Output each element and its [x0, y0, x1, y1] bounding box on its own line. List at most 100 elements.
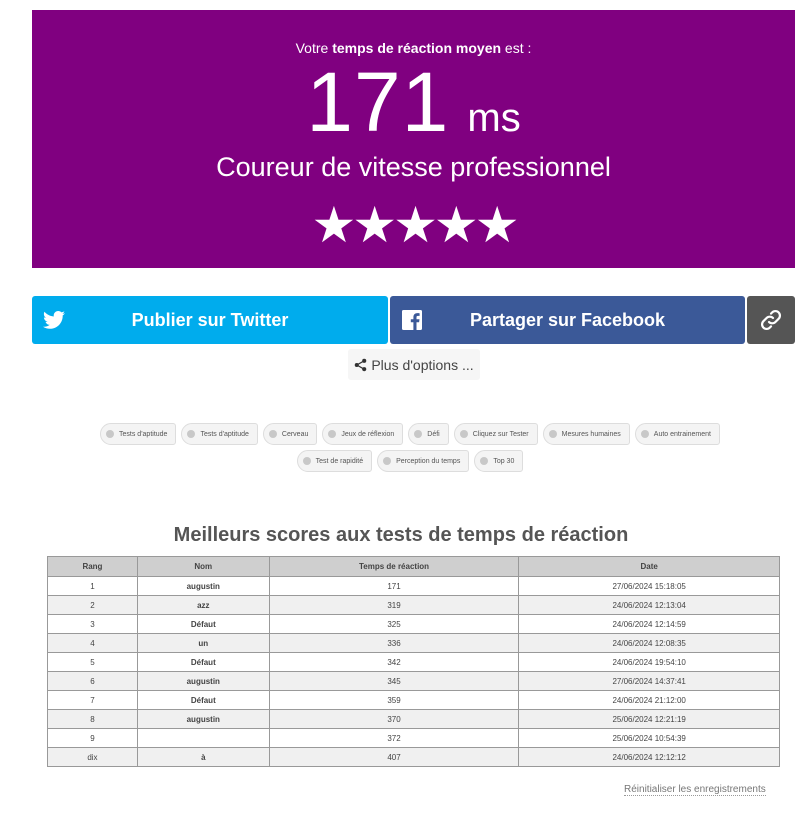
share-buttons: Publier sur Twitter Partager sur Faceboo… [32, 296, 795, 344]
leaderboard-title: Meilleurs scores aux tests de temps de r… [173, 524, 629, 546]
cell-rank: 1 [47, 576, 138, 596]
reset-records-link[interactable]: Réinitialiser les enregistrements [624, 784, 766, 796]
tag-dot-icon [302, 457, 311, 465]
cell-date: 24/06/2024 12:12:12 [518, 747, 780, 767]
table-row: dix à 407 24/06/2024 12:12:12 [47, 747, 780, 767]
facebook-share-button[interactable]: Partager sur Facebook [390, 296, 745, 344]
facebook-share-label: Partager sur Facebook [469, 309, 666, 330]
tag-dot-icon [459, 430, 468, 438]
link-icon [760, 309, 782, 331]
tag-dot-icon [414, 430, 423, 438]
tag-list: Tests d'aptitude Tests d'aptitude Cervea… [60, 423, 760, 472]
tag-label: Tests d'aptitude [200, 430, 249, 438]
tag-dot-icon [383, 457, 392, 465]
cell-date: 27/06/2024 15:18:05 [518, 576, 780, 596]
cell-name: augustin [136, 576, 270, 596]
cell-date: 24/06/2024 12:13:04 [518, 595, 780, 615]
table-row: 9 372 25/06/2024 10:54:39 [47, 728, 780, 748]
column-header-name: Nom [136, 556, 270, 577]
tag-label: Cerveau [281, 430, 309, 438]
cell-name [136, 728, 270, 748]
tag-item[interactable]: Auto entrainement [634, 423, 720, 445]
column-header-date: Date [518, 556, 780, 577]
tag-label: Mesures humaines [561, 430, 621, 438]
tag-label: Auto entrainement [653, 430, 711, 438]
tag-item[interactable]: Défi [408, 423, 449, 445]
intro-bold: temps de réaction moyen [332, 40, 502, 56]
cell-name: azz [136, 595, 270, 615]
cell-time: 372 [268, 728, 520, 748]
tag-dot-icon [548, 430, 557, 438]
intro-suffix: est : [501, 40, 532, 56]
cell-name: à [136, 747, 270, 767]
tag-label: Jeux de réflexion [341, 430, 395, 438]
cell-name: Défaut [136, 690, 270, 710]
copy-link-button[interactable] [747, 296, 795, 344]
tag-item[interactable]: Mesures humaines [542, 423, 630, 445]
table-row: 6 augustin 345 27/06/2024 14:37:41 [47, 671, 780, 691]
more-options-button[interactable]: Plus d'options ... [348, 349, 480, 380]
tag-item[interactable]: Tests d'aptitude [100, 423, 177, 445]
table-header-row: Rang Nom Temps de réaction Date [47, 556, 780, 577]
tag-item[interactable]: Top 30 [474, 450, 524, 472]
tag-dot-icon [268, 430, 277, 438]
table-row: 5 Défaut 342 24/06/2024 19:54:10 [47, 652, 780, 672]
cell-rank: 3 [47, 614, 138, 634]
intro-prefix: Votre [295, 40, 333, 56]
tag-dot-icon [480, 457, 489, 465]
cell-date: 24/06/2024 12:14:59 [518, 614, 780, 634]
tag-item[interactable]: Tests d'aptitude [181, 423, 258, 445]
cell-date: 24/06/2024 21:12:00 [518, 690, 780, 710]
score-value: 171 [306, 55, 450, 149]
cell-time: 319 [268, 595, 520, 615]
column-header-rank: Rang [47, 556, 138, 577]
cell-time: 325 [268, 614, 520, 634]
tag-label: Cliquez sur Tester [472, 430, 529, 438]
table-row: 3 Défaut 325 24/06/2024 12:14:59 [47, 614, 780, 634]
table-row: 4 un 336 24/06/2024 12:08:35 [47, 633, 780, 653]
cell-date: 25/06/2024 10:54:39 [518, 728, 780, 748]
twitter-share-button[interactable]: Publier sur Twitter [32, 296, 388, 344]
cell-date: 25/06/2024 12:21:19 [518, 709, 780, 729]
cell-rank: 8 [47, 709, 138, 729]
rank-label: Coureur de vitesse professionnel [216, 152, 611, 182]
cell-name: Défaut [136, 652, 270, 672]
cell-time: 345 [268, 671, 520, 691]
table-row: 1 augustin 171 27/06/2024 15:18:05 [47, 576, 780, 596]
cell-time: 342 [268, 652, 520, 672]
tag-label: Défi [427, 430, 440, 438]
more-options-label: Plus d'options ... [371, 356, 474, 373]
cell-time: 171 [268, 576, 520, 596]
cell-time: 407 [268, 747, 520, 767]
cell-date: 24/06/2024 12:08:35 [518, 633, 780, 653]
leaderboard-table: Rang Nom Temps de réaction Date 1 august… [47, 556, 780, 767]
cell-name: Défaut [136, 614, 270, 634]
page: Votre temps de réaction moyen est : 171 m… [0, 0, 802, 814]
cell-date: 24/06/2024 19:54:10 [518, 652, 780, 672]
cell-rank: 2 [47, 595, 138, 615]
tag-dot-icon [640, 430, 649, 438]
cell-rank: 5 [47, 652, 138, 672]
cell-rank: 6 [47, 671, 138, 691]
tag-dot-icon [328, 430, 337, 438]
tag-label: Test de rapidité [315, 457, 364, 465]
table-row: 2 azz 319 24/06/2024 12:13:04 [47, 595, 780, 615]
tag-item[interactable]: Perception du temps [377, 450, 470, 472]
tag-item[interactable]: Jeux de réflexion [322, 423, 404, 445]
cell-name: un [136, 633, 270, 653]
tag-label: Top 30 [493, 457, 515, 465]
table-row: 7 Défaut 359 24/06/2024 21:12:00 [47, 690, 780, 710]
cell-name: augustin [136, 709, 270, 729]
tag-label: Tests d'aptitude [119, 430, 168, 438]
tag-dot-icon [187, 430, 196, 438]
cell-rank: 9 [47, 728, 138, 748]
tag-item[interactable]: Cerveau [262, 423, 318, 445]
twitter-icon [43, 311, 65, 329]
tag-item[interactable]: Cliquez sur Tester [453, 423, 538, 445]
tag-label: Perception du temps [396, 457, 461, 465]
share-icon [355, 358, 367, 371]
tag-item[interactable]: Test de rapidité [296, 450, 373, 472]
cell-time: 336 [268, 633, 520, 653]
cell-time: 359 [268, 690, 520, 710]
twitter-share-label: Publier sur Twitter [131, 309, 289, 330]
